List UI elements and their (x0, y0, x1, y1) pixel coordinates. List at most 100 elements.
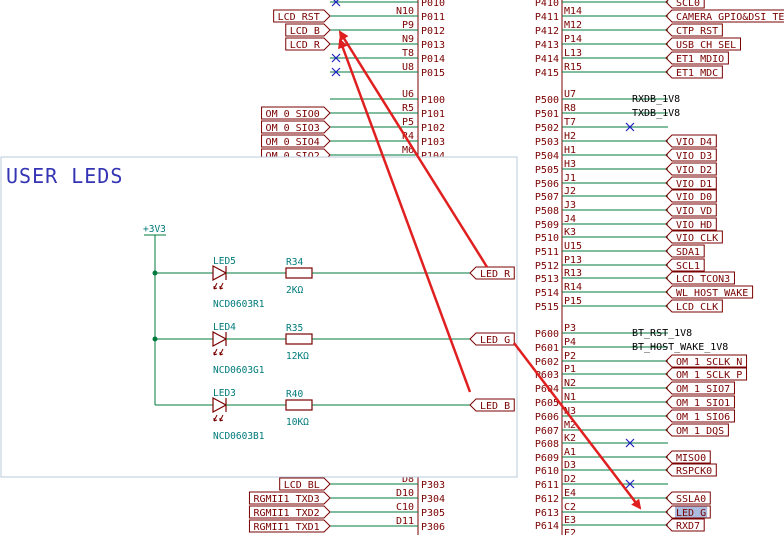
pin-number: U6 (402, 89, 414, 100)
port-name: P102 (421, 123, 445, 134)
net-name: RXDB_1V8 (632, 94, 680, 105)
port-name: P013 (421, 40, 445, 51)
net-label-lcd-b-text: LCD_B (290, 26, 320, 37)
net-label-vio-d2: VIO_D2 (665, 162, 717, 176)
right-pin-row-37: E2 (564, 528, 576, 535)
net-label-om-1-sclk-n: OM_1_SCLK_N (665, 354, 748, 368)
port-name: P304 (421, 494, 445, 505)
net-label-wl-host-wake-text: WL_HOST_WAKE (676, 288, 748, 299)
port-name: P415 (535, 68, 559, 79)
pin-number: J1 (564, 173, 576, 184)
net-label-rspck0: RSPCK0 (665, 463, 717, 477)
pin-number: N9 (402, 34, 414, 45)
net-label-et1-mdio: ET1_MDIO (665, 51, 729, 65)
port-name: P015 (421, 68, 445, 79)
net-label-miso0-text: MISO0 (676, 453, 706, 464)
net-label-vio-d0-text: VIO_D0 (676, 192, 712, 203)
net-label-led-g-text: LED_G (676, 508, 706, 519)
pin-number: D10 (396, 488, 414, 499)
pin-number: P13 (564, 255, 582, 266)
net-label-rgmii1-txd2: RGMII1_TXD2 (248, 505, 331, 519)
net-label-scl0: SCL0 (665, 0, 705, 9)
user-leds-overlay: USER LEDS +3V3 LED5 NCD0603R1 R34 2KΩ LED_R LED… (0, 156, 518, 478)
port-name: P413 (535, 40, 559, 51)
pin-number: J2 (564, 186, 576, 197)
pin-number: P5 (402, 117, 414, 128)
port-name: P101 (421, 109, 445, 120)
pin-number: P1 (564, 364, 576, 375)
net-label-camera-gpio-dsi-te: CAMERA_GPIO&DSI_TE (665, 9, 784, 23)
pin-number: E4 (564, 488, 576, 499)
net-label-lcd-bl: LCD_BL (279, 477, 331, 491)
pin-number: J3 (564, 200, 576, 211)
net-label-om-1-sio6: OM_1_SIO6 (665, 409, 735, 423)
overlay-net-led-r-text: LED_R (480, 269, 511, 280)
net-label-vio-d4: VIO_D4 (665, 134, 717, 148)
net-label-om-1-sclk-p-text: OM_1_SCLK_P (676, 370, 742, 381)
net-label-lcd-clk-text: LCD_CLK (676, 302, 718, 313)
right-pin-row-34: P612 E4 SSLA0 (535, 488, 711, 505)
port-name: P611 (535, 480, 559, 491)
port-name: P512 (535, 261, 559, 272)
port-name: P414 (535, 54, 559, 65)
port-name: P600 (535, 329, 559, 340)
net-label-lcd-tcon3: LCD_TCON3 (665, 271, 735, 285)
net-label-om-0-sio4: OM_0_SIO4 (261, 134, 331, 148)
net-label-vio-d3-text: VIO_D3 (676, 151, 712, 162)
net-label-lcd-tcon3-text: LCD_TCON3 (676, 274, 730, 285)
port-name: P501 (535, 109, 559, 120)
net-label-vio-hd: VIO_HD (665, 217, 717, 231)
port-name: P612 (535, 494, 559, 505)
net-label-om-0-sio4-text: OM_0_SIO4 (266, 137, 320, 148)
port-name: P305 (421, 508, 445, 519)
net-label-om-1-sclk-p: OM_1_SCLK_P (665, 367, 748, 381)
net-label-om-1-sio1-text: OM_1_SIO1 (676, 398, 730, 409)
net-label-vio-d2-text: VIO_D2 (676, 165, 712, 176)
port-name: P601 (535, 343, 559, 354)
net-label-lcd-b: LCD_B (285, 23, 331, 37)
right-pin-row-22: P600 P3 BT_RST_1V8 (535, 323, 692, 340)
supply-label: +3V3 (143, 224, 166, 235)
net-label-rgmii1-txd2-text: RGMII1_TXD2 (253, 508, 319, 519)
pin-number: C10 (396, 502, 414, 513)
port-name: P411 (535, 12, 559, 23)
net-label-scl0-text: SCL0 (676, 0, 700, 9)
net-label-om-1-sio1: OM_1_SIO1 (665, 395, 735, 409)
port-name: P011 (421, 12, 445, 23)
resistor-value: 2KΩ (286, 285, 303, 296)
port-name: P605 (535, 398, 559, 409)
net-label-rspck0-text: RSPCK0 (676, 466, 712, 477)
net-label-om-1-sio7: OM_1_SIO7 (665, 381, 735, 395)
pin-number: J4 (564, 214, 576, 225)
port-name: P505 (535, 165, 559, 176)
left-pin-row-0: N10 P011 LCD_RST (273, 6, 445, 23)
port-name: P607 (535, 426, 559, 437)
port-name: P511 (535, 247, 559, 258)
left-pin-row-bottom-1: D10 P304 RGMII1_TXD3 (248, 488, 445, 505)
port-name: P410 (535, 0, 559, 9)
net-label-vio-hd-text: VIO_HD (676, 220, 712, 231)
port-name: P010 (421, 0, 445, 9)
pin-number: D11 (396, 516, 414, 527)
port-name: P608 (535, 439, 559, 450)
port-name: P502 (535, 123, 559, 134)
led-ref: LED3 (213, 388, 236, 399)
pin-number: P14 (564, 34, 582, 45)
right-pin-row-0: P410 SCL0 (535, 0, 705, 9)
port-name: P306 (421, 522, 445, 533)
net-label-lcd-bl-text: LCD_BL (284, 480, 320, 491)
port-name: P508 (535, 206, 559, 217)
overlay-net-led-b-text: LED_B (480, 401, 510, 412)
pin-number: R8 (564, 103, 576, 114)
net-label-vio-d1-text: VIO_D1 (676, 179, 712, 190)
port-name: P515 (535, 302, 559, 313)
net-label-ssla0-text: SSLA0 (676, 494, 706, 505)
pin-number: L13 (564, 48, 582, 59)
pin-number: N2 (564, 378, 576, 389)
net-label-ctp-rst-text: CTP_RST (676, 26, 718, 37)
pin-number: M12 (564, 20, 582, 31)
net-label-rgmii1-txd3-text: RGMII1_TXD3 (253, 494, 319, 505)
pin-number: U7 (564, 89, 576, 100)
port-name: P514 (535, 288, 559, 299)
no-connect-icon (331, 0, 341, 7)
